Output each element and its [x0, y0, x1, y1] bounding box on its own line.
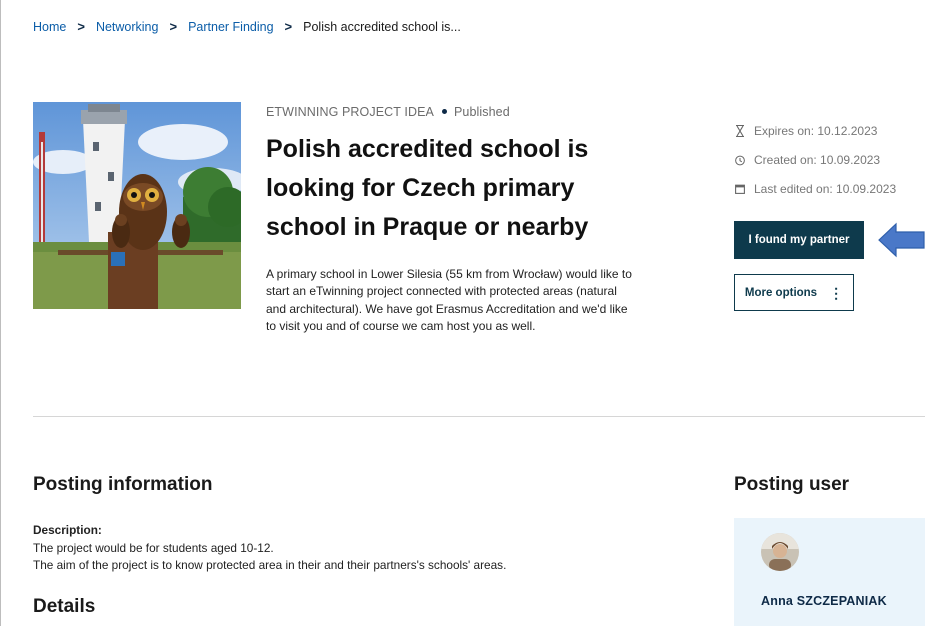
calendar-icon [735, 183, 745, 195]
kebab-icon: ⋮ [829, 284, 844, 301]
edited-text: Last edited on: 10.09.2023 [754, 182, 897, 196]
frame-border [0, 0, 1, 626]
breadcrumb-networking[interactable]: Networking [96, 20, 159, 34]
posting-user-heading: Posting user [734, 474, 850, 495]
created-text: Created on: 10.09.2023 [754, 153, 881, 167]
chevron-right-icon: > [284, 19, 293, 34]
details-heading: Details [33, 596, 96, 617]
breadcrumb-current: Polish accredited school is... [303, 19, 461, 34]
breadcrumb-partner-finding[interactable]: Partner Finding [188, 20, 273, 34]
meta-created: Created on: 10.09.2023 [735, 153, 880, 167]
posting-user-card[interactable] [734, 518, 925, 626]
breadcrumb-home[interactable]: Home [33, 20, 66, 34]
posting-description: Description: The project would be for st… [33, 522, 506, 575]
more-options-button[interactable]: More options ⋮ [734, 274, 854, 311]
chevron-right-icon: > [77, 19, 85, 34]
section-divider [33, 416, 925, 417]
clock-icon [735, 154, 745, 166]
more-options-label: More options [744, 286, 818, 299]
meta-expires: Expires on: 10.12.2023 [735, 124, 877, 138]
posting-information-heading: Posting information [33, 474, 213, 495]
posting-type: ETWINNING PROJECT IDEA [266, 105, 434, 119]
status-dot-icon [441, 109, 447, 115]
description-label: Description: [33, 523, 102, 537]
description-line-1: The project would be for students aged 1… [33, 540, 274, 555]
posting-summary: A primary school in Lower Silesia (55 km… [266, 267, 632, 333]
status-badge: Published [453, 105, 510, 119]
hourglass-icon [735, 125, 745, 137]
avatar[interactable] [761, 533, 799, 571]
page-title: Polish accredited school is looking for … [266, 135, 589, 241]
posting-user-name[interactable]: Anna SZCZEPANIAK [761, 594, 887, 608]
description-line-2: The aim of the project is to know protec… [33, 558, 507, 572]
posting-type-line: ETWINNING PROJECT IDEA Published [266, 105, 510, 119]
expires-text: Expires on: 10.12.2023 [754, 124, 878, 138]
posting-image [33, 102, 241, 309]
breadcrumb: Home > Networking > Partner Finding > Po… [33, 19, 461, 34]
found-partner-button[interactable]: I found my partner [734, 221, 864, 259]
meta-edited: Last edited on: 10.09.2023 [735, 182, 896, 196]
arrow-left-icon [878, 222, 925, 258]
chevron-right-icon: > [169, 19, 178, 34]
